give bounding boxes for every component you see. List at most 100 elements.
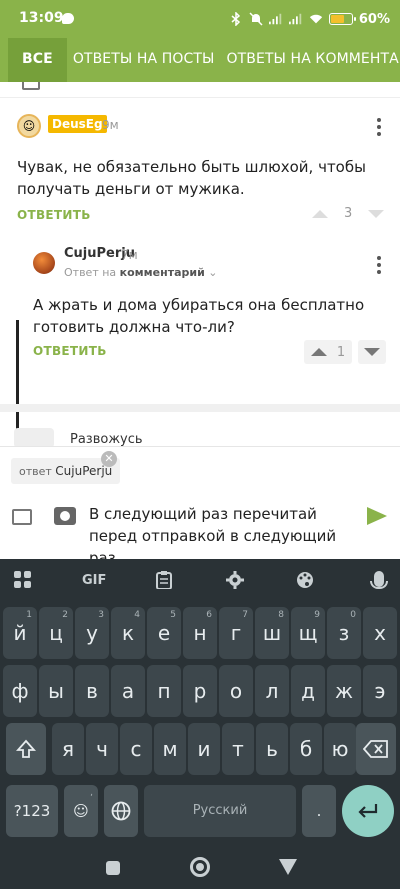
- next-post-title: Развожусь: [70, 432, 143, 447]
- battery-percent: 60%: [358, 11, 390, 27]
- key-ж[interactable]: ж: [327, 665, 361, 717]
- key-н[interactable]: н6: [183, 607, 217, 659]
- microphone-icon[interactable]: [370, 571, 388, 589]
- key-а[interactable]: а: [111, 665, 145, 717]
- more-options-icon[interactable]: [376, 256, 382, 274]
- settings-gear-icon[interactable]: [226, 571, 244, 593]
- key-х[interactable]: х: [363, 607, 397, 659]
- camera-icon[interactable]: [54, 507, 76, 525]
- chat-notification-icon: [62, 13, 74, 24]
- home-icon[interactable]: [190, 857, 210, 877]
- key-ф[interactable]: ф: [3, 665, 37, 717]
- key-э[interactable]: э: [363, 665, 397, 717]
- keyboard-toolbar: GIF: [0, 559, 400, 601]
- key-г[interactable]: г7: [219, 607, 253, 659]
- emoji-icon: ☺: [73, 802, 89, 820]
- clipboard-icon[interactable]: [156, 571, 172, 593]
- comment-score: 1: [336, 344, 346, 360]
- upvote-icon: [310, 348, 327, 356]
- key-е[interactable]: е5: [147, 607, 181, 659]
- downvote-icon: [364, 348, 380, 356]
- bluetooth-icon: [229, 12, 243, 26]
- key-ы[interactable]: ы: [39, 665, 73, 717]
- status-time: 13:09: [19, 10, 64, 26]
- comment-score: 3: [344, 206, 353, 221]
- enter-key[interactable]: [342, 785, 394, 837]
- palette-icon[interactable]: [296, 571, 314, 593]
- previous-item-stub: [0, 82, 400, 98]
- vote-controls: 3: [312, 206, 385, 221]
- comment-text: А жрать и дома убираться она бесплатно г…: [33, 296, 365, 336]
- key-л[interactable]: л: [255, 665, 289, 717]
- signal-icon-2: [288, 12, 303, 26]
- shift-key[interactable]: [6, 723, 46, 775]
- emoji-key[interactable]: ☺,: [64, 785, 98, 837]
- comment-feed[interactable]: ☺ DeusEg 9м Чувак, не обязательно быть ш…: [0, 82, 400, 450]
- key-в[interactable]: в: [75, 665, 109, 717]
- key-к[interactable]: к4: [111, 607, 145, 659]
- key-ь[interactable]: ь: [256, 723, 288, 775]
- back-icon[interactable]: [279, 859, 297, 875]
- period-key[interactable]: .: [302, 785, 336, 837]
- backspace-icon: [362, 740, 388, 758]
- shift-icon: [15, 739, 37, 758]
- space-key[interactable]: Русский: [144, 785, 296, 837]
- comment-time: 9м: [102, 118, 119, 132]
- key-п[interactable]: п: [147, 665, 181, 717]
- status-icons: 60%: [229, 10, 390, 28]
- upvote-icon[interactable]: [312, 209, 328, 218]
- key-и[interactable]: и: [188, 723, 220, 775]
- tab-comment-replies[interactable]: ОТВЕТЫ НА КОММЕНТАРИИ: [220, 38, 400, 82]
- comment-icon: [22, 82, 40, 90]
- system-nav-bar: [0, 851, 400, 889]
- language-key[interactable]: [104, 785, 138, 837]
- reply-button[interactable]: ОТВЕТИТЬ: [17, 208, 91, 222]
- tab-post-replies[interactable]: ОТВЕТЫ НА ПОСТЫ: [67, 38, 221, 82]
- screen: 13:09 60% ВСЕ ОТВЕТЫ НА ПОСТЫ ОТВЕТЫ НА …: [0, 0, 400, 889]
- reply-composer: ответ CujuPerju ✕ В следующий раз перечи…: [0, 446, 400, 573]
- key-м[interactable]: м: [154, 723, 186, 775]
- reply-to-link[interactable]: Ответ на комментарий ⌄: [64, 266, 218, 279]
- key-у[interactable]: у3: [75, 607, 109, 659]
- key-б[interactable]: б: [290, 723, 322, 775]
- more-options-icon[interactable]: [376, 118, 382, 136]
- upvote-button[interactable]: 1: [304, 340, 352, 364]
- key-я[interactable]: я: [52, 723, 84, 775]
- downvote-icon[interactable]: [368, 209, 385, 218]
- key-щ[interactable]: щ9: [291, 607, 325, 659]
- close-icon[interactable]: ✕: [101, 451, 117, 467]
- tab-all[interactable]: ВСЕ: [8, 38, 67, 82]
- key-ш[interactable]: ш8: [255, 607, 289, 659]
- comment-time: 7м: [121, 248, 138, 262]
- key-с[interactable]: с: [120, 723, 152, 775]
- enter-icon: [358, 804, 378, 818]
- key-ч[interactable]: ч: [86, 723, 118, 775]
- key-т[interactable]: т: [222, 723, 254, 775]
- avatar[interactable]: [33, 252, 55, 274]
- downvote-button[interactable]: [358, 340, 386, 364]
- comment-text: Чувак, не обязательно быть шлюхой, чтобы…: [17, 158, 366, 198]
- key-з[interactable]: з0: [327, 607, 361, 659]
- key-о[interactable]: о: [219, 665, 253, 717]
- reply-button[interactable]: ОТВЕТИТЬ: [33, 344, 107, 358]
- gif-button[interactable]: GIF: [82, 573, 106, 588]
- send-icon[interactable]: [367, 507, 387, 525]
- tab-bar: ВСЕ ОТВЕТЫ НА ПОСТЫ ОТВЕТЫ НА КОММЕНТАРИ…: [0, 38, 400, 82]
- avatar[interactable]: ☺: [17, 114, 41, 138]
- wifi-icon: [309, 12, 323, 26]
- next-post-item[interactable]: Развожусь: [0, 412, 400, 450]
- post-icon: [14, 428, 54, 448]
- key-ю[interactable]: ю: [324, 723, 356, 775]
- mute-bell-icon: [249, 12, 263, 26]
- key-д[interactable]: д: [291, 665, 325, 717]
- key-р[interactable]: р: [183, 665, 217, 717]
- key-ц[interactable]: ц2: [39, 607, 73, 659]
- comment-author[interactable]: DeusEg: [48, 115, 107, 133]
- backspace-key[interactable]: [356, 723, 396, 775]
- apps-grid-icon[interactable]: [14, 571, 32, 593]
- section-divider: [0, 404, 400, 412]
- key-й[interactable]: й1: [3, 607, 37, 659]
- symbols-key[interactable]: ?123: [6, 785, 58, 837]
- recents-icon[interactable]: [106, 861, 120, 875]
- image-attach-icon[interactable]: [12, 509, 32, 525]
